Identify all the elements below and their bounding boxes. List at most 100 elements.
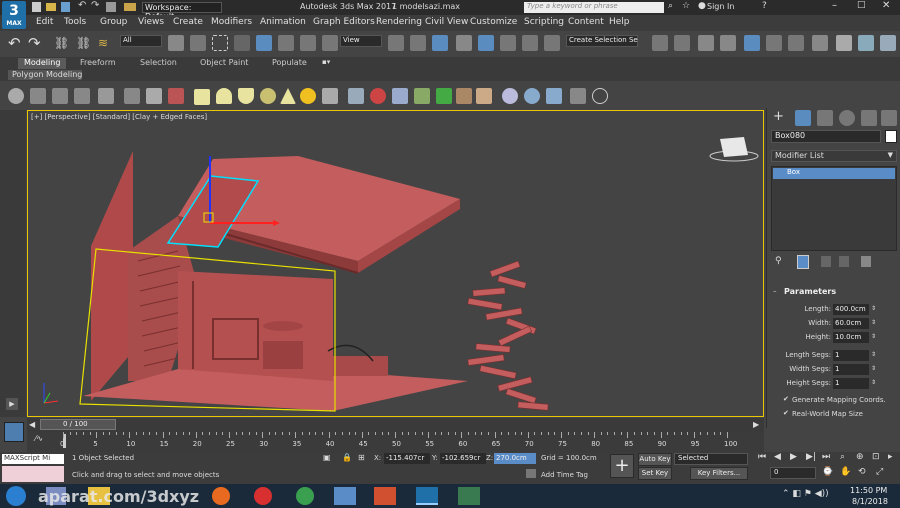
sun-light-icon[interactable]	[300, 88, 316, 104]
track-bar[interactable]: ⁄∿ 0 5 10 15 20 25 30 35 40 45 50 55 60 65 70 75 80 85 90 9…	[27, 432, 764, 452]
play-icon[interactable]: ▶	[790, 452, 797, 462]
selection-filter-dropdown[interactable]: All	[120, 35, 162, 47]
align-icon[interactable]	[674, 35, 690, 51]
menu-item-content[interactable]: Content	[568, 17, 604, 27]
spinner-arrows-icon[interactable]: ⇕	[871, 365, 876, 372]
pan-icon[interactable]: ✋	[840, 467, 851, 477]
maxscript-output[interactable]	[2, 466, 64, 482]
rendered-frame-icon[interactable]	[858, 35, 874, 51]
ribbon-toggle-icon[interactable]	[744, 35, 760, 51]
remove-modifier-icon[interactable]	[839, 256, 849, 267]
torus-primitive-icon[interactable]	[260, 88, 276, 104]
maximize-button[interactable]: □	[857, 0, 866, 10]
display-tab-icon[interactable]	[861, 110, 877, 126]
lock-selection-icon[interactable]: 🔒	[342, 453, 352, 462]
redo-icon[interactable]: ↷	[91, 0, 99, 11]
spinner-arrows-icon[interactable]: ⇕	[871, 305, 876, 312]
export-icon[interactable]	[570, 88, 586, 104]
keyboard-shortcut-icon[interactable]	[432, 35, 448, 51]
app-logo[interactable]: 3 MAX	[2, 1, 26, 29]
spinner-arrows-icon[interactable]: ⇕	[871, 379, 876, 386]
search-box[interactable]: Type a keyword or phrase	[524, 2, 664, 13]
tray-icons[interactable]: ⌃ ◧ ⚑ ◀))	[782, 489, 829, 499]
checkbox-checked-icon[interactable]: ✔	[783, 409, 789, 417]
rotate-icon[interactable]	[278, 35, 294, 51]
taskbar-app-5[interactable]	[458, 487, 480, 505]
mirror-icon[interactable]	[652, 35, 668, 51]
shapes-icon[interactable]	[414, 88, 430, 104]
perspective-viewport[interactable]: [+] [Perspective] [Standard] [Clay + Edg…	[27, 110, 764, 417]
auto-key-button[interactable]: Auto Key	[638, 453, 672, 466]
project-icon[interactable]	[106, 2, 116, 12]
help-circle-icon[interactable]	[592, 88, 608, 104]
menu-item-group[interactable]: Group	[100, 17, 127, 27]
menu-item-scripting[interactable]: Scripting	[524, 17, 564, 27]
spinner-arrows-icon[interactable]: ⇕	[871, 333, 876, 340]
hair-icon[interactable]	[456, 88, 472, 104]
ribbon-tab-object-paint[interactable]: Object Paint	[194, 58, 254, 69]
object-name-field[interactable]: Box080	[771, 130, 881, 143]
key-filters-button[interactable]: Key Filters...	[690, 467, 748, 480]
next-key-icon[interactable]: ▶|	[806, 452, 816, 462]
list-icon[interactable]	[52, 88, 68, 104]
window-crossing-icon[interactable]	[234, 35, 250, 51]
zoom-icon[interactable]: ⌕	[840, 452, 845, 462]
sphere-primitive-icon[interactable]	[216, 88, 232, 104]
expand-arrow-icon[interactable]: ▶	[6, 398, 18, 410]
lamp-light-icon[interactable]	[322, 88, 338, 104]
select-manipulate-icon[interactable]	[410, 35, 426, 51]
render-setup-icon[interactable]	[836, 35, 852, 51]
scale-icon[interactable]	[300, 35, 316, 51]
prev-frame-icon[interactable]: ◀	[29, 420, 35, 429]
clock-time[interactable]: 11:50 PM	[850, 486, 887, 495]
menu-item-customize[interactable]: Customize	[470, 17, 517, 27]
menu-item-edit[interactable]: Edit	[36, 17, 53, 27]
menu-item-animation[interactable]: Animation	[260, 17, 306, 27]
reference-coord-dropdown[interactable]: View	[340, 35, 382, 47]
box-primitive-icon[interactable]	[194, 89, 210, 105]
utilities-tab-icon[interactable]	[881, 110, 897, 126]
layer-explorer-icon[interactable]	[720, 35, 736, 51]
hierarchy-tab-icon[interactable]	[817, 110, 833, 126]
menu-item-help[interactable]: Help	[609, 17, 630, 27]
pin-stack-icon[interactable]: ⚲	[775, 256, 782, 266]
workspace-dropdown[interactable]: Workspace: Default	[142, 2, 222, 21]
modifier-stack-item[interactable]: Box	[773, 168, 895, 179]
next-frame-icon[interactable]: ▶	[753, 420, 759, 429]
zoom-all-icon[interactable]: ⊕	[856, 452, 864, 462]
time-slider-thumb[interactable]: 0 / 100	[40, 419, 116, 430]
taskbar-app-4[interactable]	[374, 487, 396, 505]
clock-date[interactable]: 8/1/2018	[852, 497, 888, 506]
ribbon-tab-selection[interactable]: Selection	[134, 58, 183, 69]
menu-item-rendering[interactable]: Rendering	[376, 17, 422, 27]
network-icon[interactable]	[124, 88, 140, 104]
spinner-snap-icon[interactable]	[522, 35, 538, 51]
tree-icon[interactable]	[436, 88, 452, 104]
set-key-button[interactable]: Set Key	[638, 467, 672, 480]
capsule-icon[interactable]	[370, 88, 386, 104]
place-icon[interactable]	[322, 35, 338, 51]
x-coordinate-field[interactable]: -115.407cr	[384, 453, 430, 464]
sign-in-link[interactable]: Sign In	[707, 2, 734, 11]
object-color-swatch[interactable]	[885, 130, 897, 143]
modifier-list-dropdown[interactable]: Modifier List ▼	[771, 150, 897, 162]
taskbar-app-firefox[interactable]	[212, 487, 230, 505]
ribbon-tab-populate[interactable]: Populate	[266, 58, 313, 69]
zoom-extents-icon[interactable]: ⊡	[872, 452, 880, 462]
save-icon[interactable]	[61, 2, 70, 12]
taskbar-app-3[interactable]	[334, 487, 356, 505]
bone-icon[interactable]	[146, 88, 162, 104]
minimize-button[interactable]: –	[832, 0, 837, 11]
bind-spacewarp-icon[interactable]: ≋	[98, 36, 108, 50]
go-to-start-icon[interactable]: ⏮	[758, 452, 766, 462]
param-spinner[interactable]: 1	[833, 364, 869, 375]
render-icon[interactable]	[880, 35, 896, 51]
param-spinner[interactable]: 400.0cm	[833, 304, 869, 315]
menu-item-graph-editors[interactable]: Graph Editors	[313, 17, 375, 27]
prev-key-icon[interactable]: ◀	[774, 452, 781, 462]
spinner-arrows-icon[interactable]: ⇕	[871, 351, 876, 358]
select-object-icon[interactable]	[168, 35, 184, 51]
menu-item-modifiers[interactable]: Modifiers	[211, 17, 252, 27]
snaps-toggle-icon[interactable]	[456, 35, 472, 51]
ribbon-options-icon[interactable]: ▪▾	[322, 58, 330, 66]
